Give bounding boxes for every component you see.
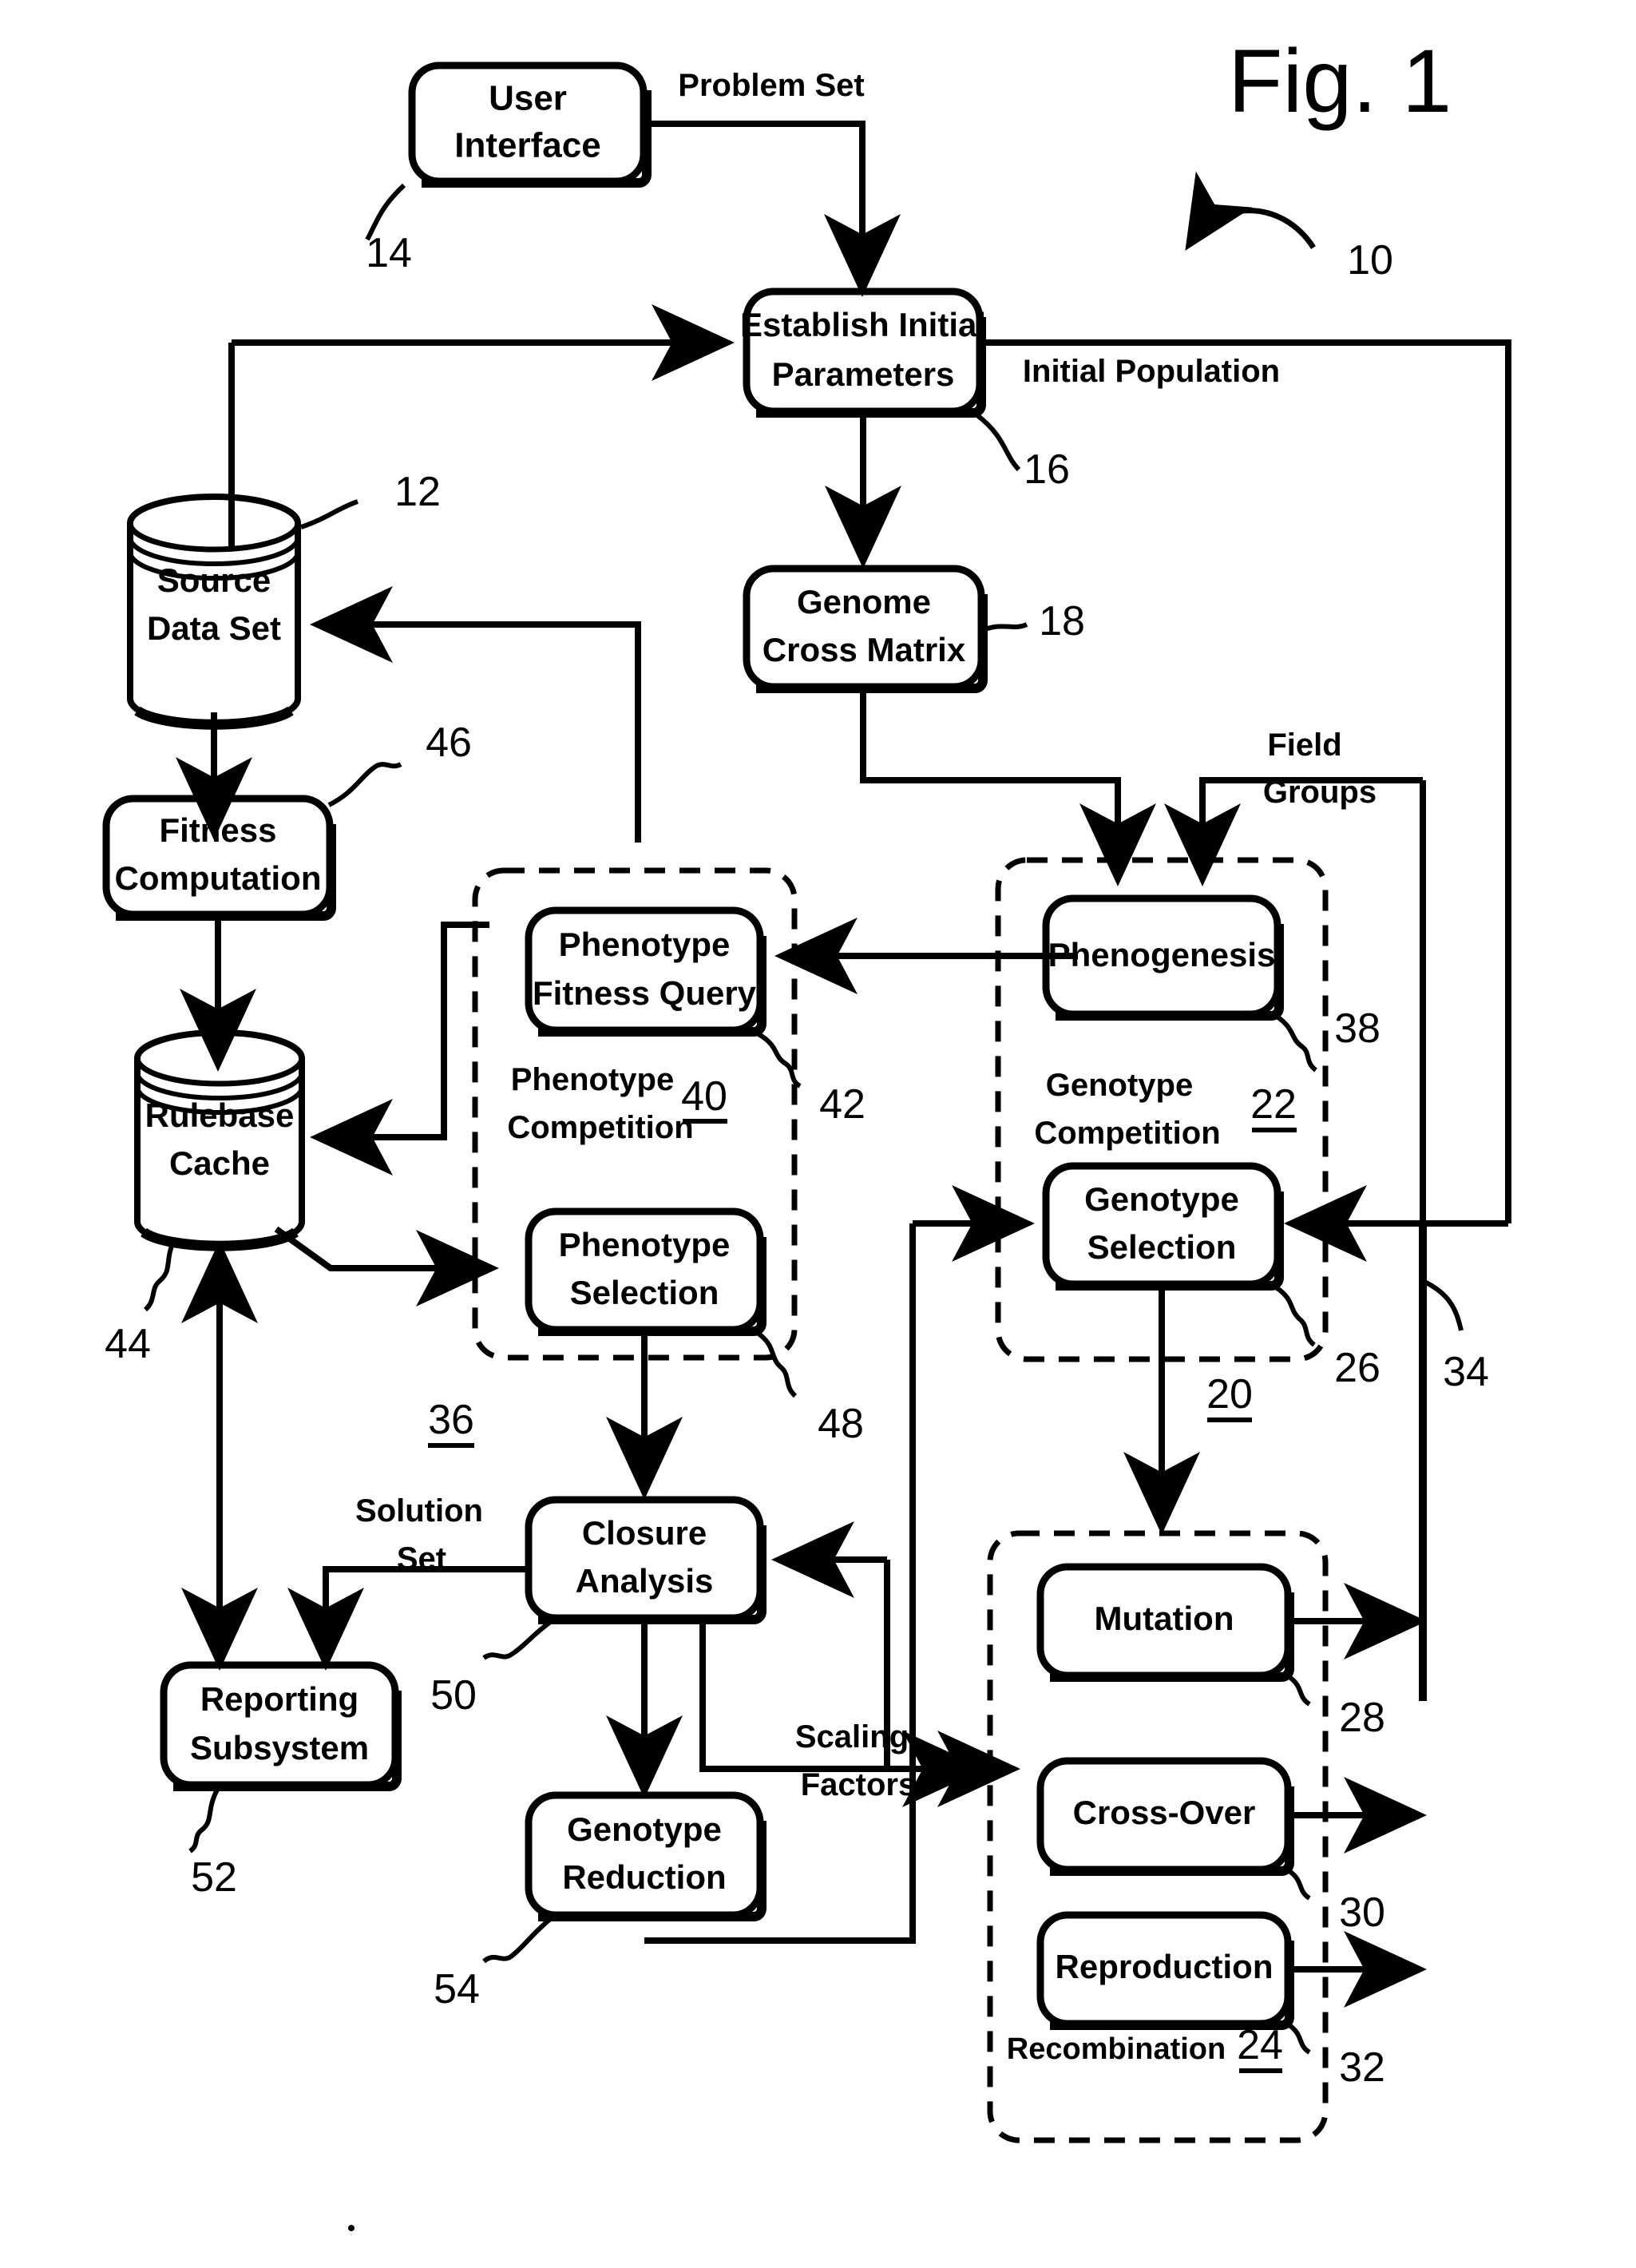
node-greduce-line2: Reduction bbox=[562, 1858, 726, 1896]
edge-label-solution-set-line1: Solution bbox=[355, 1493, 483, 1529]
group-phenotype-competition-line1: Phenotype bbox=[511, 1062, 674, 1097]
ref-34: 34 bbox=[1443, 1349, 1489, 1395]
node-user-interface-line2: Interface bbox=[454, 126, 600, 165]
node-closure-line1: Closure bbox=[582, 1514, 707, 1552]
node-closure-line2: Analysis bbox=[576, 1562, 714, 1600]
scan-artifact-dot bbox=[348, 2225, 355, 2231]
node-greduce-line1: Genotype bbox=[567, 1810, 722, 1848]
ref-20: 20 bbox=[1206, 1371, 1253, 1418]
node-phenogenesis-label: Phenogenesis bbox=[1048, 936, 1276, 973]
node-genome-line1: Genome bbox=[797, 583, 931, 621]
ref-46: 46 bbox=[426, 720, 472, 766]
ref-14: 14 bbox=[366, 230, 412, 276]
ref-16: 16 bbox=[1024, 446, 1070, 493]
edge-label-scaling-factors-line1: Scaling bbox=[795, 1719, 909, 1755]
ref-12: 12 bbox=[394, 469, 441, 515]
node-reporting-line2: Subsystem bbox=[190, 1729, 369, 1766]
ref-18: 18 bbox=[1039, 598, 1085, 644]
edge-label-problem-set: Problem Set bbox=[678, 68, 864, 103]
node-gsel-line2: Selection bbox=[1087, 1228, 1237, 1266]
patent-figure-flow-diagram: Fig. 1 10 User Interface 14 Problem Set … bbox=[0, 0, 1636, 2268]
node-reporting-line1: Reporting bbox=[200, 1680, 358, 1718]
edge-label-initial-population: Initial Population bbox=[1023, 354, 1280, 389]
ref-42: 42 bbox=[819, 1081, 866, 1128]
group-phenotype-competition-ref: 40 bbox=[681, 1073, 727, 1124]
ref-10: 10 bbox=[1347, 237, 1393, 284]
node-psel-line1: Phenotype bbox=[559, 1226, 731, 1263]
figure-title: Fig. 1 bbox=[1228, 31, 1452, 131]
node-fitness-line2: Computation bbox=[115, 859, 322, 897]
node-rulebase-line1: Rulebase bbox=[145, 1096, 295, 1134]
node-crossover-label: Cross-Over bbox=[1073, 1794, 1256, 1831]
ref-22: 22 bbox=[1250, 1081, 1297, 1128]
group-phenotype-competition-line2: Competition bbox=[507, 1110, 693, 1145]
group-recombination-label: Recombination bbox=[1007, 2032, 1226, 2066]
ref-20-group: 20 bbox=[1206, 1371, 1253, 1422]
ref-30: 30 bbox=[1339, 1889, 1385, 1936]
node-gsel-line1: Genotype bbox=[1084, 1180, 1239, 1218]
node-reproduction-label: Reproduction bbox=[1056, 1948, 1274, 1985]
group-phenotype-competition-outer-ref: 36 bbox=[428, 1397, 474, 1448]
node-rulebase-line2: Cache bbox=[169, 1144, 270, 1182]
ref-26: 26 bbox=[1334, 1345, 1380, 1391]
node-mutation-label: Mutation bbox=[1095, 1600, 1234, 1637]
group-genotype-competition-line2: Competition bbox=[1034, 1116, 1220, 1151]
node-user-interface-line1: User bbox=[489, 79, 567, 118]
node-pfq-line2: Fitness Query bbox=[533, 974, 757, 1012]
node-source-line2: Data Set bbox=[147, 609, 281, 647]
ref-32: 32 bbox=[1339, 2044, 1385, 2091]
ref-38: 38 bbox=[1334, 1005, 1380, 1052]
node-psel-line2: Selection bbox=[570, 1274, 719, 1311]
ref-52: 52 bbox=[191, 1854, 237, 1901]
node-pfq-line1: Phenotype bbox=[559, 926, 731, 963]
ref-44: 44 bbox=[105, 1321, 151, 1367]
ref-54: 54 bbox=[434, 1966, 480, 2012]
ref-36: 36 bbox=[428, 1397, 474, 1443]
ref-48: 48 bbox=[818, 1401, 864, 1447]
node-fitness-line1: Fitness bbox=[159, 811, 276, 849]
group-genotype-competition-line1: Genotype bbox=[1046, 1068, 1193, 1103]
node-genome-line2: Cross Matrix bbox=[763, 631, 966, 668]
group-genotype-competition-ref: 22 bbox=[1250, 1081, 1297, 1132]
ref-40: 40 bbox=[681, 1073, 727, 1120]
ref-28: 28 bbox=[1339, 1695, 1385, 1741]
edge-label-scaling-factors-line2: Factors bbox=[801, 1767, 917, 1802]
node-establish-line2: Parameters bbox=[772, 355, 955, 393]
node-source-line1: Source bbox=[157, 561, 271, 599]
ref-50: 50 bbox=[430, 1672, 477, 1719]
edge-label-field-groups-line1: Field bbox=[1267, 728, 1341, 763]
node-establish-line1: Establish Initial bbox=[740, 306, 986, 343]
